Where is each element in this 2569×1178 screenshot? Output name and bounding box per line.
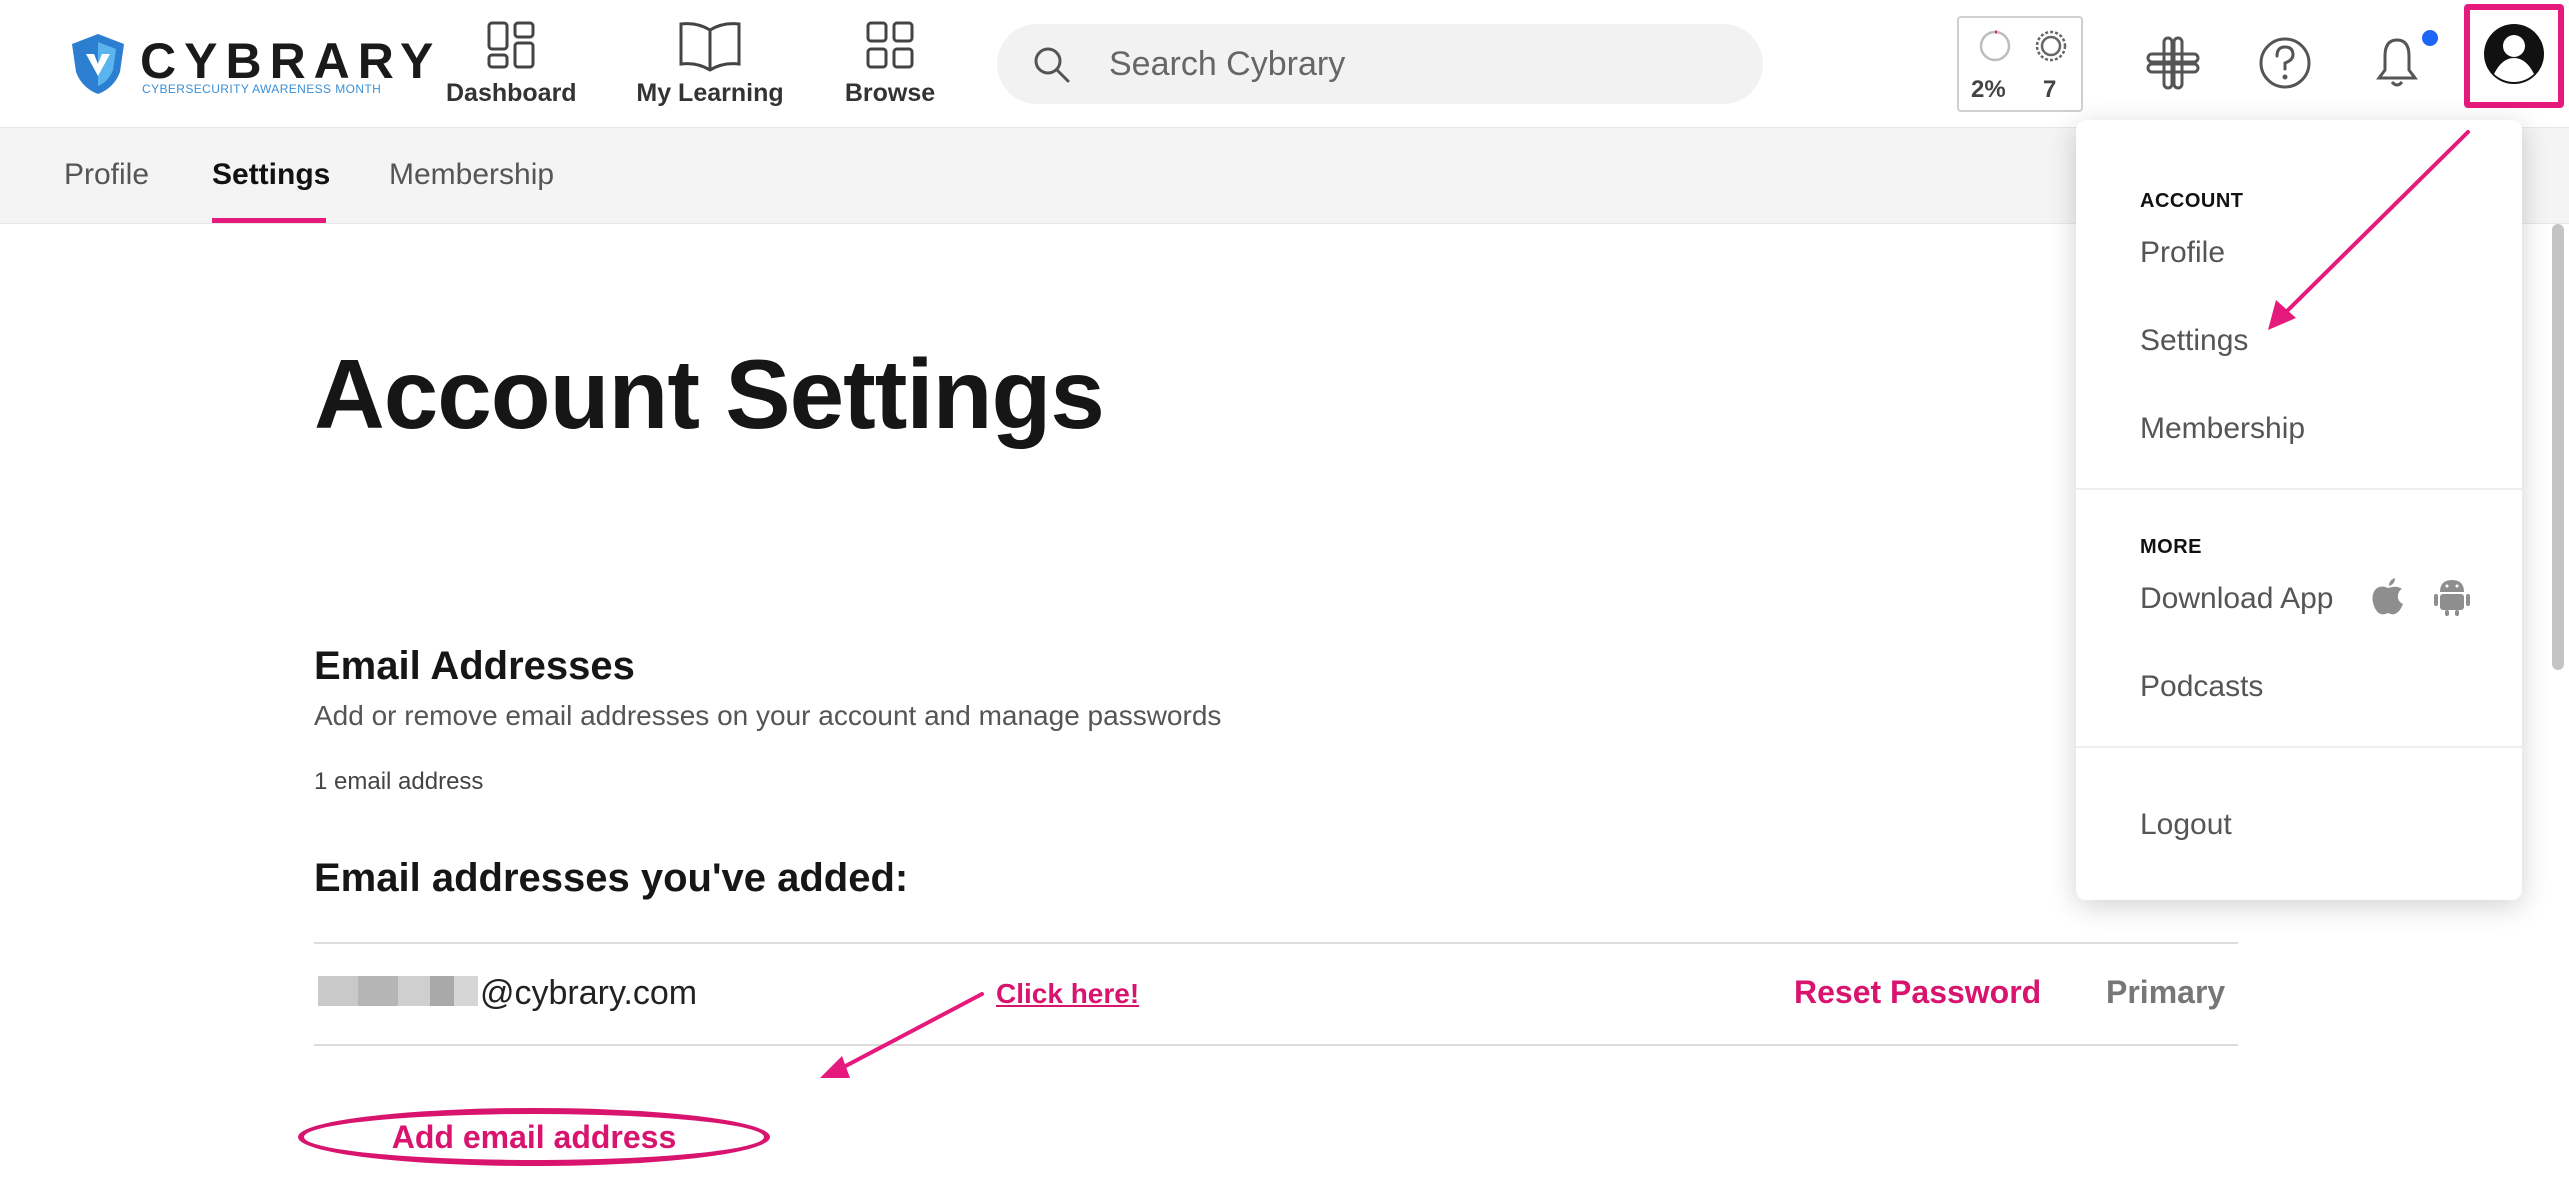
tab-membership[interactable]: Membership [389, 158, 554, 192]
email-section-title: Email Addresses [314, 644, 635, 688]
click-here-annotation: Click here! [996, 978, 1140, 1009]
menu-item-download-app[interactable]: Download App [2140, 582, 2333, 616]
shield-logo-icon [72, 34, 124, 94]
search-bar[interactable] [997, 24, 1763, 104]
divider [314, 1044, 2238, 1046]
logo-tagline: CYBERSECURITY AWARENESS MONTH [142, 82, 382, 96]
reset-password-link[interactable]: Reset Password [1794, 974, 2041, 1011]
badge-gear-icon [2035, 30, 2067, 62]
page-scrollbar[interactable] [2552, 224, 2564, 670]
nav-browse-label: Browse [844, 79, 936, 107]
redacted-email-username [318, 976, 478, 1006]
progress-percent: 2% [1971, 76, 2006, 103]
email-address-domain: @cybrary.com [480, 974, 698, 1012]
nav-dashboard[interactable]: Dashboard [446, 20, 577, 112]
dashboard-icon [487, 21, 535, 69]
divider [314, 942, 2238, 944]
notifications-button[interactable] [2364, 30, 2430, 96]
more-section-header: MORE [2140, 536, 2202, 558]
help-button[interactable] [2252, 30, 2318, 96]
nav-dashboard-label: Dashboard [446, 79, 577, 107]
menu-item-logout[interactable]: Logout [2140, 808, 2232, 842]
slack-button[interactable] [2140, 30, 2206, 96]
add-email-address-link[interactable]: Add email address [298, 1108, 770, 1166]
notification-dot [2422, 30, 2438, 46]
page-title: Account Settings [314, 339, 1105, 449]
email-section-description: Add or remove email addresses on your ac… [314, 700, 1222, 731]
emails-added-title: Email addresses you've added: [314, 856, 909, 900]
add-email-arrow-icon [820, 992, 984, 1078]
tab-settings[interactable]: Settings [212, 158, 330, 192]
cybrary-logo[interactable]: CYBRARY CYBERSECURITY AWARENESS MONTH [68, 32, 433, 100]
book-icon [679, 22, 741, 72]
email-count: 1 email address [314, 768, 484, 795]
search-icon [1034, 47, 1070, 83]
menu-item-settings[interactable]: Settings [2140, 324, 2248, 358]
avatar-icon [2484, 24, 2544, 84]
account-section-header: ACCOUNT [2140, 190, 2244, 212]
help-icon [2259, 37, 2311, 89]
search-input[interactable] [1109, 24, 1729, 104]
nav-browse[interactable]: Browse [840, 20, 940, 112]
top-navigation-bar: CYBRARY CYBERSECURITY AWARENESS MONTH Da… [0, 0, 2569, 128]
grid-icon [866, 21, 914, 69]
menu-item-membership[interactable]: Membership [2140, 412, 2305, 446]
primary-badge: Primary [2106, 974, 2226, 1010]
badge-count: 7 [2043, 76, 2057, 103]
apple-icon[interactable] [2368, 574, 2408, 616]
progress-widget[interactable]: 2% 7 [1957, 16, 2083, 112]
menu-divider [2076, 488, 2522, 490]
nav-my-learning[interactable]: My Learning [632, 20, 788, 112]
menu-item-profile[interactable]: Profile [2140, 236, 2225, 270]
menu-divider [2076, 746, 2522, 748]
avatar-button[interactable] [2464, 4, 2564, 108]
android-icon[interactable] [2432, 574, 2472, 616]
progress-ring-icon [1979, 30, 2011, 62]
nav-my-learning-label: My Learning [636, 79, 784, 107]
slack-icon [2146, 36, 2200, 90]
tab-profile[interactable]: Profile [64, 158, 149, 192]
bell-icon [2376, 38, 2418, 87]
account-dropdown-menu: ACCOUNT Profile Settings Membership MORE… [2076, 120, 2522, 900]
menu-item-podcasts[interactable]: Podcasts [2140, 670, 2263, 704]
active-tab-indicator [212, 218, 326, 223]
